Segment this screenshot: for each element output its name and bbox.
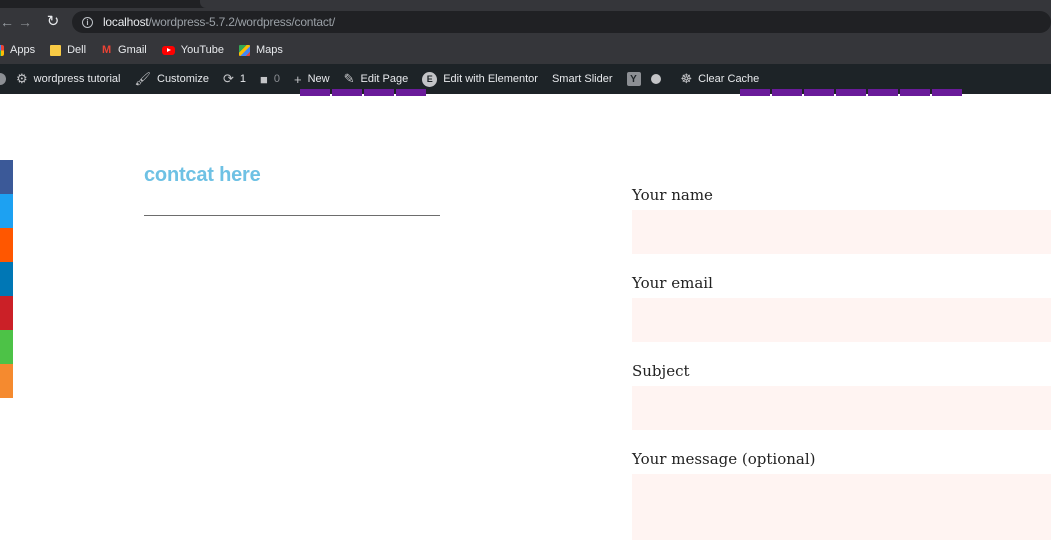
email-label: Your email: [632, 274, 713, 292]
bookmarks-bar: Apps Dell M Gmail YouTube Maps: [0, 36, 1051, 64]
youtube-icon: [161, 45, 175, 55]
twitter-icon[interactable]: [0, 194, 13, 228]
adminbar-clear-cache[interactable]: ☸ Clear Cache: [681, 71, 760, 87]
adminbar-smart-slider[interactable]: Smart Slider: [552, 73, 613, 85]
cache-icon: ☸: [680, 71, 693, 86]
bookmark-youtube[interactable]: YouTube: [161, 44, 224, 56]
right-section-heading-cutoff: ▬▬▬▬▬▬▬: [740, 86, 995, 96]
name-field[interactable]: [632, 210, 1051, 254]
linkedin-icon[interactable]: [0, 262, 13, 296]
updates-count: 1: [239, 73, 246, 85]
email-field[interactable]: [632, 298, 1051, 342]
adminbar-new[interactable]: + New: [294, 72, 330, 87]
wordpress-logo-icon[interactable]: [0, 73, 6, 85]
message-field[interactable]: [632, 474, 1051, 540]
browser-tab-strip: [0, 0, 1051, 8]
back-icon[interactable]: ←: [0, 8, 14, 36]
bookmark-label: Gmail: [118, 44, 147, 56]
bookmark-gmail[interactable]: M Gmail: [101, 44, 147, 56]
reload-icon[interactable]: ↻: [42, 8, 64, 36]
adminbar-site-name[interactable]: ⚙ wordpress tutorial: [16, 71, 120, 87]
forward-icon[interactable]: →: [14, 8, 36, 36]
gmail-icon: M: [101, 43, 112, 56]
whatsapp-icon[interactable]: [0, 330, 13, 364]
site-info-icon[interactable]: i: [81, 16, 93, 28]
bookmark-maps[interactable]: Maps: [239, 44, 283, 56]
facebook-icon[interactable]: [0, 160, 13, 194]
new-label: New: [307, 73, 330, 85]
url-path: /wordpress-5.7.2/wordpress/contact/: [148, 15, 336, 29]
folder-icon: [50, 44, 62, 56]
customize-label: Customize: [157, 73, 209, 85]
reddit-icon[interactable]: [0, 228, 13, 262]
adminbar-edit-page[interactable]: ✎ Edit Page: [344, 71, 409, 87]
bookmark-label: Dell: [67, 44, 87, 56]
browser-toolbar: ← → ↻ i localhost/wordpress-5.7.2/wordpr…: [0, 8, 1051, 36]
brush-icon: 🖌: [134, 71, 151, 86]
left-section-heading-cutoff: ▬▬▬▬: [300, 86, 455, 96]
subject-field[interactable]: [632, 386, 1051, 430]
clear-cache-label: Clear Cache: [698, 73, 760, 85]
maps-icon: [239, 44, 250, 56]
bookmark-label: YouTube: [180, 44, 224, 56]
updates-icon: ⟳: [222, 71, 234, 86]
url-text[interactable]: localhost/wordpress-5.7.2/wordpress/cont…: [103, 15, 335, 29]
bookmark-dell[interactable]: Dell: [50, 44, 86, 56]
apps-icon: [0, 44, 4, 56]
yoast-icon[interactable]: Y: [626, 72, 641, 86]
bookmark-label: Maps: [256, 44, 283, 56]
comments-count: 0: [273, 73, 280, 85]
heading-divider: [144, 215, 440, 216]
message-label: Your message (optional): [632, 450, 816, 468]
smart-slider-label: Smart Slider: [551, 73, 613, 85]
address-bar[interactable]: i localhost/wordpress-5.7.2/wordpress/co…: [71, 11, 1051, 33]
edit-elementor-label: Edit with Elementor: [443, 73, 538, 85]
adminbar-customize[interactable]: 🖌 Customize: [134, 71, 208, 87]
active-tab-edge[interactable]: [200, 0, 1051, 8]
plus-icon: +: [293, 71, 302, 87]
social-share-bar: [0, 160, 13, 398]
adminbar-updates[interactable]: ⟳ 1: [223, 71, 246, 87]
edit-page-label: Edit Page: [360, 73, 409, 85]
pinterest-icon[interactable]: [0, 296, 13, 330]
url-host: localhost: [102, 15, 149, 29]
share-more-icon[interactable]: [0, 364, 13, 398]
pencil-icon: ✎: [343, 71, 355, 86]
comment-icon: ■: [260, 71, 268, 87]
adminbar-comments[interactable]: ■ 0: [260, 72, 280, 87]
name-label: Your name: [632, 186, 713, 204]
elementor-icon: E: [422, 71, 438, 87]
contact-heading: contcat here: [144, 164, 261, 186]
adminbar-edit-elementor[interactable]: E Edit with Elementor: [422, 71, 538, 87]
site-name-label: wordpress tutorial: [33, 73, 121, 85]
dashboard-icon: ⚙: [16, 71, 28, 86]
bookmark-label: Apps: [10, 44, 36, 56]
subject-label: Subject: [632, 362, 690, 380]
bookmark-apps[interactable]: Apps: [0, 44, 35, 56]
seo-status-dot-icon[interactable]: [650, 74, 661, 84]
